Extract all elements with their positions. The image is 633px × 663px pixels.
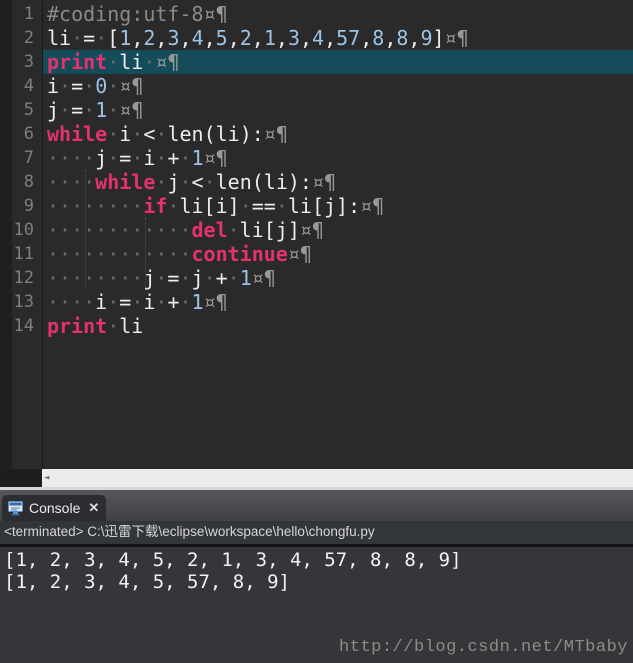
code-text: #coding:utf-8¤¶: [47, 2, 228, 26]
console-tab-label: Console: [29, 500, 81, 516]
code-lines: 1 #coding:utf-8¤¶ 2 li·=·[1,2,3,4,5,2,1,3,4…: [0, 0, 633, 338]
line-number[interactable]: 1: [0, 2, 43, 26]
code-line[interactable]: 12 ········j·=·j·+·1¤¶: [0, 266, 633, 290]
code-line[interactable]: 11 ············continue¤¶: [0, 242, 633, 266]
line-number[interactable]: 13: [0, 290, 43, 314]
line-number[interactable]: 14: [0, 314, 43, 338]
code-line[interactable]: 3 print·li·¤¶: [0, 50, 633, 74]
line-number[interactable]: 3: [0, 50, 43, 74]
console-tab-bar: Console ✕: [0, 490, 633, 521]
code-text: print·li·¤¶: [43, 50, 633, 74]
line-number[interactable]: 9: [0, 194, 43, 218]
code-line[interactable]: 5 j·=·1·¤¶: [0, 98, 633, 122]
line-number[interactable]: 6: [0, 122, 43, 146]
code-editor[interactable]: 1 #coding:utf-8¤¶ 2 li·=·[1,2,3,4,5,2,1,3,4…: [0, 0, 633, 469]
line-number[interactable]: 12: [0, 266, 43, 290]
tab-console[interactable]: Console ✕: [2, 495, 106, 521]
code-line[interactable]: 14 print·li: [0, 314, 633, 338]
code-line[interactable]: 4 i·=·0·¤¶: [0, 74, 633, 98]
code-text: ············continue¤¶: [47, 242, 312, 266]
horizontal-scrollbar[interactable]: ◄: [42, 469, 633, 487]
line-number[interactable]: 5: [0, 98, 43, 122]
code-line[interactable]: 13 ····i·=·i·+·1¤¶: [0, 290, 633, 314]
code-text: i·=·0·¤¶: [47, 74, 144, 98]
code-text: ····i·=·i·+·1¤¶: [47, 290, 228, 314]
code-line[interactable]: 6 while·i·<·len(li):¤¶: [0, 122, 633, 146]
editor-scrollbar-row: ◄: [0, 469, 633, 487]
code-line[interactable]: 1 #coding:utf-8¤¶: [0, 2, 633, 26]
line-number[interactable]: 8: [0, 170, 43, 194]
console-output-line: [1, 2, 3, 4, 5, 2, 1, 3, 4, 57, 8, 8, 9]: [4, 549, 462, 571]
line-number[interactable]: 4: [0, 74, 43, 98]
ide-window: 1 #coding:utf-8¤¶ 2 li·=·[1,2,3,4,5,2,1,3,4…: [0, 0, 633, 663]
code-text: print·li: [47, 314, 144, 338]
code-text: ········j·=·j·+·1¤¶: [47, 266, 276, 290]
line-number[interactable]: 7: [0, 146, 43, 170]
code-text: ········if·li[i]·==·li[j]:¤¶: [47, 194, 385, 218]
console-status-line: <terminated> C:\迅雷下载\eclipse\workspace\h…: [0, 521, 633, 544]
code-line[interactable]: 10 ············del·li[j]¤¶: [0, 218, 633, 242]
watermark: http://blog.csdn.net/MTbaby: [339, 638, 628, 657]
code-text: j·=·1·¤¶: [47, 98, 144, 122]
code-line[interactable]: 8 ····while·j·<·len(li):¤¶: [0, 170, 633, 194]
code-text: ····j·=·i·+·1¤¶: [47, 146, 228, 170]
console-icon: [8, 500, 23, 515]
console-output[interactable]: [1, 2, 3, 4, 5, 2, 1, 3, 4, 57, 8, 8, 9]…: [0, 547, 633, 663]
code-line[interactable]: 7 ····j·=·i·+·1¤¶: [0, 146, 633, 170]
scrollbar-left-arrow-icon[interactable]: ◄: [44, 472, 49, 484]
code-text: while·i·<·len(li):¤¶: [47, 122, 288, 146]
code-text: ····while·j·<·len(li):¤¶: [47, 170, 337, 194]
close-tab-icon[interactable]: ✕: [88, 500, 99, 516]
code-line[interactable]: 9 ········if·li[i]·==·li[j]:¤¶: [0, 194, 633, 218]
gutter-separator: [42, 0, 43, 469]
line-number[interactable]: 10: [0, 218, 43, 242]
console-output-line: [1, 2, 3, 4, 5, 57, 8, 9]: [4, 571, 290, 593]
line-number[interactable]: 2: [0, 26, 43, 50]
code-line[interactable]: 2 li·=·[1,2,3,4,5,2,1,3,4,57,8,8,9]¤¶: [0, 26, 633, 50]
line-number[interactable]: 11: [0, 242, 43, 266]
code-text: ············del·li[j]¤¶: [47, 218, 324, 242]
code-text: li·=·[1,2,3,4,5,2,1,3,4,57,8,8,9]¤¶: [47, 26, 469, 50]
